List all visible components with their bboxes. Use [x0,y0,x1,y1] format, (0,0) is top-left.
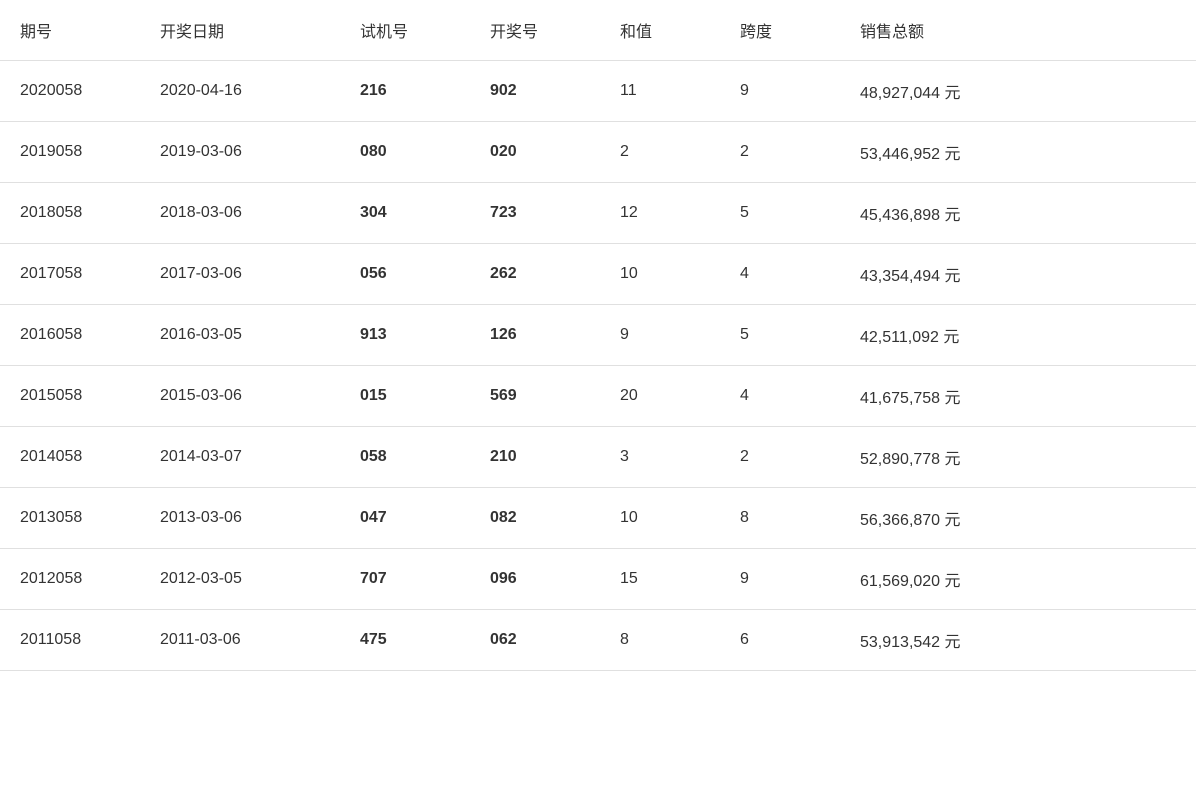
table-header-row: 期号 开奖日期 试机号 开奖号 和值 跨度 销售总额 [0,0,1196,61]
cell-sales: 52,890,778 元 [840,427,1196,488]
cell-hezhi: 3 [600,427,720,488]
cell-hezhi: 20 [600,366,720,427]
cell-kaijang: 902 [470,61,600,122]
cell-kaijang: 723 [470,183,600,244]
table-row: 20180582018-03-0630472312545,436,898 元 [0,183,1196,244]
cell-sales: 42,511,092 元 [840,305,1196,366]
table-row: 20200582020-04-1621690211948,927,044 元 [0,61,1196,122]
cell-shiji: 475 [340,610,470,671]
cell-date: 2017-03-06 [140,244,340,305]
cell-shiji: 304 [340,183,470,244]
cell-date: 2018-03-06 [140,183,340,244]
header-shiji: 试机号 [340,0,470,61]
main-container: 期号 开奖日期 试机号 开奖号 和值 跨度 销售总额 20200582020-0… [0,0,1196,786]
cell-kaijang: 062 [470,610,600,671]
cell-kuadu: 4 [720,244,840,305]
cell-date: 2016-03-05 [140,305,340,366]
header-sales: 销售总额 [840,0,1196,61]
cell-qihao: 2013058 [0,488,140,549]
cell-hezhi: 2 [600,122,720,183]
cell-qihao: 2015058 [0,366,140,427]
table-row: 20170582017-03-0605626210443,354,494 元 [0,244,1196,305]
cell-qihao: 2020058 [0,61,140,122]
cell-sales: 53,446,952 元 [840,122,1196,183]
cell-kuadu: 6 [720,610,840,671]
table-row: 20140582014-03-070582103252,890,778 元 [0,427,1196,488]
cell-sales: 41,675,758 元 [840,366,1196,427]
lottery-table: 期号 开奖日期 试机号 开奖号 和值 跨度 销售总额 20200582020-0… [0,0,1196,671]
cell-kaijang: 126 [470,305,600,366]
cell-qihao: 2011058 [0,610,140,671]
cell-date: 2011-03-06 [140,610,340,671]
cell-shiji: 913 [340,305,470,366]
cell-date: 2014-03-07 [140,427,340,488]
cell-date: 2020-04-16 [140,61,340,122]
table-row: 20130582013-03-0604708210856,366,870 元 [0,488,1196,549]
cell-hezhi: 11 [600,61,720,122]
cell-qihao: 2018058 [0,183,140,244]
header-hezhi: 和值 [600,0,720,61]
cell-shiji: 015 [340,366,470,427]
cell-qihao: 2012058 [0,549,140,610]
header-kaijang: 开奖号 [470,0,600,61]
cell-hezhi: 15 [600,549,720,610]
cell-qihao: 2019058 [0,122,140,183]
cell-date: 2015-03-06 [140,366,340,427]
cell-hezhi: 9 [600,305,720,366]
header-date: 开奖日期 [140,0,340,61]
table-row: 20120582012-03-0570709615961,569,020 元 [0,549,1196,610]
cell-kuadu: 5 [720,305,840,366]
cell-hezhi: 10 [600,244,720,305]
table-row: 20190582019-03-060800202253,446,952 元 [0,122,1196,183]
cell-shiji: 058 [340,427,470,488]
cell-kaijang: 262 [470,244,600,305]
cell-sales: 53,913,542 元 [840,610,1196,671]
cell-kaijang: 096 [470,549,600,610]
cell-sales: 45,436,898 元 [840,183,1196,244]
cell-sales: 61,569,020 元 [840,549,1196,610]
cell-shiji: 080 [340,122,470,183]
cell-date: 2012-03-05 [140,549,340,610]
cell-shiji: 707 [340,549,470,610]
table-body: 20200582020-04-1621690211948,927,044 元20… [0,61,1196,671]
table-row: 20110582011-03-064750628653,913,542 元 [0,610,1196,671]
cell-qihao: 2017058 [0,244,140,305]
cell-sales: 48,927,044 元 [840,61,1196,122]
cell-kuadu: 9 [720,549,840,610]
cell-kuadu: 5 [720,183,840,244]
cell-kuadu: 8 [720,488,840,549]
cell-shiji: 047 [340,488,470,549]
cell-kuadu: 2 [720,122,840,183]
cell-hezhi: 10 [600,488,720,549]
cell-kuadu: 2 [720,427,840,488]
cell-qihao: 2014058 [0,427,140,488]
cell-kuadu: 4 [720,366,840,427]
cell-kuadu: 9 [720,61,840,122]
cell-qihao: 2016058 [0,305,140,366]
cell-date: 2019-03-06 [140,122,340,183]
header-qihao: 期号 [0,0,140,61]
cell-kaijang: 020 [470,122,600,183]
cell-date: 2013-03-06 [140,488,340,549]
cell-sales: 43,354,494 元 [840,244,1196,305]
cell-shiji: 056 [340,244,470,305]
table-row: 20150582015-03-0601556920441,675,758 元 [0,366,1196,427]
cell-hezhi: 8 [600,610,720,671]
cell-hezhi: 12 [600,183,720,244]
cell-kaijang: 210 [470,427,600,488]
cell-sales: 56,366,870 元 [840,488,1196,549]
cell-kaijang: 569 [470,366,600,427]
table-row: 20160582016-03-059131269542,511,092 元 [0,305,1196,366]
cell-shiji: 216 [340,61,470,122]
cell-kaijang: 082 [470,488,600,549]
header-kuadu: 跨度 [720,0,840,61]
